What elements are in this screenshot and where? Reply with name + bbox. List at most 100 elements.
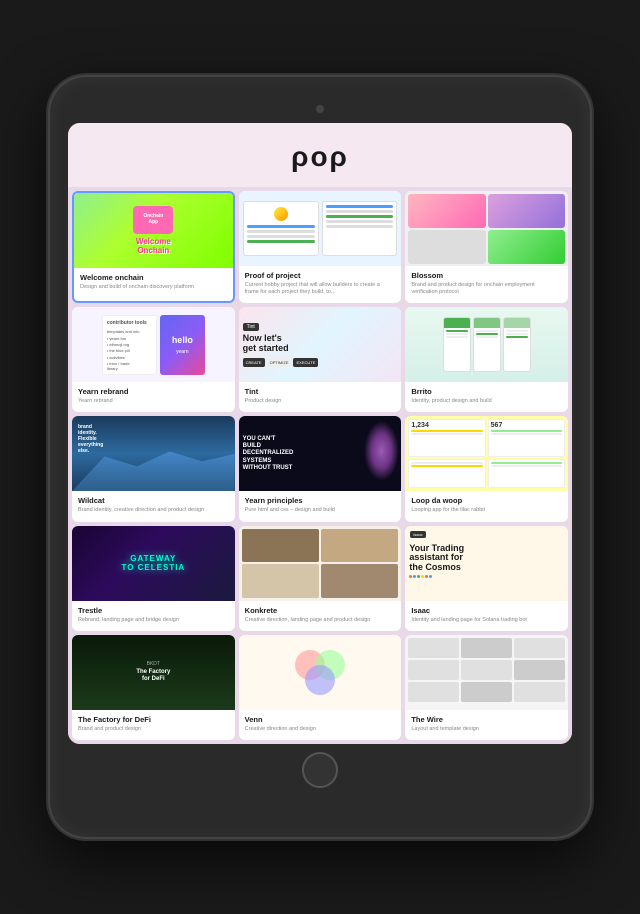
loop-line-7	[491, 462, 562, 464]
tablet-home-button[interactable]	[302, 752, 338, 788]
brrito-screens	[443, 317, 531, 372]
card-factory[interactable]: BKDT The Factoryfor DeFi The Factory for…	[72, 635, 235, 740]
isaac-dot-4	[421, 575, 424, 578]
card-info-factory: The Factory for DeFi Brand and product d…	[72, 710, 235, 740]
last-col-1	[408, 638, 459, 707]
loop-grid: 1,234 567	[408, 419, 565, 488]
card-info-yearn: Yearn rebrand Yearn rebrand	[72, 382, 235, 412]
card-info-tint: Tint Product design	[239, 382, 402, 412]
card-last[interactable]: The Wire Layout and template design	[405, 635, 568, 740]
last-cell-6	[461, 682, 512, 702]
thumb-blossom	[405, 191, 568, 266]
brrito-header-2	[474, 318, 500, 328]
card-title-venn: Venn	[245, 715, 396, 724]
proof-line-7	[326, 215, 394, 218]
card-blossom[interactable]: Blossom Brand and product design for onc…	[405, 191, 568, 303]
loop-cell-4	[488, 459, 565, 489]
tablet-camera	[316, 105, 324, 113]
card-loop[interactable]: 1,234 567	[405, 416, 568, 521]
last-cell-2	[408, 660, 459, 680]
thumb-konkrete	[239, 526, 402, 601]
card-title-yearn: Yearn rebrand	[78, 387, 229, 396]
card-isaac[interactable]: isaoc Your Tradingassistant forthe Cosmo…	[405, 526, 568, 631]
isaac-dot-2	[413, 575, 416, 578]
card-title-welcome: Welcome onchain	[80, 273, 227, 282]
isaac-dots	[409, 575, 564, 578]
brrito-line-8	[506, 333, 528, 335]
proof-line-2	[247, 230, 315, 233]
loop-line-4	[491, 433, 562, 435]
card-yearn-rebrand[interactable]: contributor tools templates and info • y…	[72, 307, 235, 412]
card-desc-brrito: Identity, product design and build	[411, 398, 562, 405]
proof-circle	[274, 207, 288, 221]
card-yearn-principles[interactable]: YOU CAN'TBUILDDECENTRALIZEDSYSTEMSWITHOU…	[239, 416, 402, 521]
proof-block-2	[322, 201, 398, 256]
card-title-isaac: Isaac	[411, 606, 562, 615]
card-title-tint: Tint	[245, 387, 396, 396]
card-title-yearnp: Yearn principles	[245, 496, 396, 505]
factory-text: The Factoryfor DeFi	[136, 669, 170, 683]
blossom-img-1	[408, 194, 485, 228]
thumb-loop: 1,234 567	[405, 416, 568, 491]
project-grid: OnchainApp WelcomeOnchain Welcome onchai…	[68, 187, 572, 744]
yearn-hello-text: helloyearn	[172, 335, 193, 355]
card-info-trestle: Trestle Rebrand, landing page and bridge…	[72, 601, 235, 631]
card-desc-tint: Product design	[245, 398, 396, 405]
card-title-konkrete: Konkrete	[245, 606, 396, 615]
venn-circles	[290, 645, 350, 700]
proof-line-5	[326, 205, 394, 208]
card-info-proof: Proof of project Current hobby project t…	[239, 266, 402, 303]
card-venn[interactable]: Venn Creative direction and design	[239, 635, 402, 740]
welcome-title-thumb: WelcomeOnchain	[136, 238, 171, 256]
brrito-screen-2	[473, 317, 501, 372]
loop-num-2: 567	[491, 422, 562, 429]
card-desc-proof: Current hobby project that will allow bu…	[245, 282, 396, 296]
tint-btn-optimize: OPTIMIZE	[267, 358, 292, 367]
card-desc-konkrete: Creative direction, landing page and pro…	[245, 617, 396, 624]
tint-badge: Tint	[243, 323, 259, 331]
card-brrito[interactable]: Brrito Identity, product design and buil…	[405, 307, 568, 412]
brrito-line-6	[476, 336, 498, 338]
card-info-yearnp: Yearn principles Pure html and css – des…	[239, 491, 402, 521]
card-welcome-onchain[interactable]: OnchainApp WelcomeOnchain Welcome onchai…	[72, 191, 235, 303]
last-cell-5	[461, 660, 512, 680]
loop-cell-1: 1,234	[408, 419, 485, 457]
app-header: ρoρ	[68, 123, 572, 187]
isaac-title-thumb: Your Tradingassistant forthe Cosmos	[409, 544, 564, 574]
card-desc-yearnp: Pure html and css – design and build	[245, 507, 396, 514]
card-desc-isaac: Identity and landing page for Solana tra…	[411, 617, 562, 624]
card-desc-welcome: Design and build of onchain discovery pl…	[80, 284, 227, 291]
tint-title-thumb: Now let'sget started	[243, 334, 398, 354]
brrito-content-2	[474, 328, 500, 341]
tint-buttons: CREATE OPTIMIZE EXECUTE	[243, 358, 398, 367]
card-desc-venn: Creative direction and design	[245, 726, 396, 733]
card-konkrete[interactable]: Konkrete Creative direction, landing pag…	[239, 526, 402, 631]
proof-line-1	[247, 225, 315, 228]
brrito-content-3	[504, 328, 530, 341]
card-title-loop: Loop da woop	[411, 496, 562, 505]
brrito-screen-3	[503, 317, 531, 372]
card-info-last: The Wire Layout and template design	[405, 710, 568, 740]
brrito-line-2	[446, 333, 468, 335]
trestle-text: GATEWAYTO CELESTIA	[121, 554, 185, 572]
yearnp-figure	[364, 421, 399, 481]
venn-circle-3	[305, 665, 335, 695]
brrito-content-1	[444, 328, 470, 341]
last-col-2	[461, 638, 512, 707]
loop-line-3	[491, 430, 562, 432]
last-col-3	[514, 638, 565, 707]
konkrete-img-3	[242, 564, 319, 598]
isaac-dot-3	[417, 575, 420, 578]
app-logo: ρoρ	[68, 141, 572, 173]
card-desc-trestle: Rebrand, landing page and bridge design	[78, 617, 229, 624]
brrito-line-4	[476, 330, 498, 332]
card-trestle[interactable]: GATEWAYTO CELESTIA Trestle Rebrand, land…	[72, 526, 235, 631]
card-wildcat[interactable]: brandidentity.Flexibleeverythingelse. Wi…	[72, 416, 235, 521]
card-desc-factory: Brand and product design	[78, 726, 229, 733]
isaac-dot-5	[425, 575, 428, 578]
proof-line-3	[247, 235, 315, 238]
loop-line-5	[411, 462, 482, 464]
loop-cell-3	[408, 459, 485, 489]
card-tint[interactable]: Tint Now let'sget started CREATE OPTIMIZ…	[239, 307, 402, 412]
card-proof[interactable]: Proof of project Current hobby project t…	[239, 191, 402, 303]
